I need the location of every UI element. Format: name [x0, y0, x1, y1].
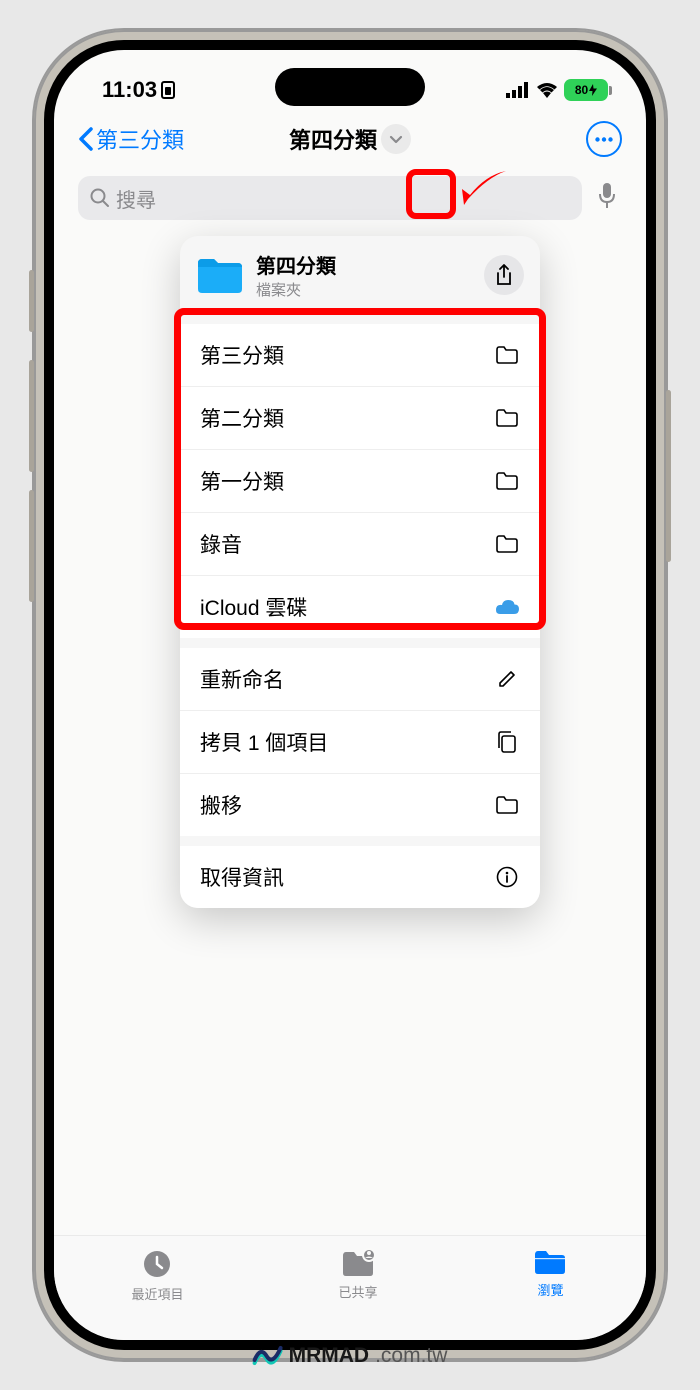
chevron-left-icon — [78, 127, 94, 151]
search-row: 搜尋 — [54, 168, 646, 228]
status-time: 11:03 — [102, 77, 175, 103]
info-icon — [494, 864, 520, 890]
tab-browse[interactable]: 瀏覽 — [532, 1248, 568, 1299]
tab-recent[interactable]: 最近項目 — [131, 1248, 183, 1303]
power-button — [666, 390, 671, 562]
menu-item-icloud[interactable]: iCloud 雲碟 — [180, 575, 540, 638]
back-button[interactable]: 第三分類 — [78, 123, 184, 155]
menu-item-info[interactable]: 取得資訊 — [180, 846, 540, 908]
tab-shared[interactable]: 已共享 — [338, 1248, 377, 1301]
info-group: 取得資訊 — [180, 846, 540, 908]
folder-group: 第三分類 第二分類 第一分類 錄音 iCloud 雲碟 — [180, 324, 540, 638]
search-placeholder: 搜尋 — [116, 184, 156, 213]
nav-title[interactable]: 第四分類 — [289, 123, 411, 155]
menu-label: 搬移 — [200, 790, 242, 820]
notch — [275, 68, 425, 106]
menu-label: 第二分類 — [200, 403, 284, 433]
panel-title: 第四分類 — [256, 250, 472, 279]
folder-outline-icon — [494, 405, 520, 431]
back-label: 第三分類 — [96, 123, 184, 155]
phone-frame: 11:03 80 第三分類 第四分類 — [34, 30, 666, 1360]
pencil-icon — [494, 666, 520, 692]
status-icons: 80 — [506, 79, 608, 101]
annotation-highlight-chevron — [406, 169, 456, 219]
side-button — [29, 270, 34, 332]
annotation-arrow-icon — [460, 165, 512, 207]
menu-label: iCloud 雲碟 — [200, 592, 307, 622]
tab-label: 瀏覽 — [537, 1280, 563, 1299]
folder-outline-icon — [494, 792, 520, 818]
menu-label: 第一分類 — [200, 466, 284, 496]
mic-icon — [598, 183, 616, 209]
nav-title-text: 第四分類 — [289, 123, 377, 155]
search-icon — [90, 188, 110, 208]
phone-screen: 11:03 80 第三分類 第四分類 — [44, 40, 656, 1350]
folder-outline-icon — [494, 468, 520, 494]
panel-header-text: 第四分類 檔案夾 — [256, 250, 472, 300]
time-text: 11:03 — [102, 77, 157, 103]
tab-label: 最近項目 — [131, 1284, 183, 1303]
copy-icon — [494, 729, 520, 755]
menu-item-move[interactable]: 搬移 — [180, 773, 540, 836]
watermark-brand: MRMAD — [289, 1344, 369, 1368]
actions-group: 重新命名 拷貝 1 個項目 搬移 — [180, 648, 540, 836]
sim-icon — [161, 81, 175, 99]
dropdown-panel: 第四分類 檔案夾 第三分類 第二分類 第一分類 — [180, 236, 540, 908]
folder-icon — [196, 255, 244, 295]
menu-label: 第三分類 — [200, 340, 284, 370]
nav-bar: 第三分類 第四分類 — [54, 110, 646, 168]
menu-item-folder[interactable]: 錄音 — [180, 512, 540, 575]
volume-down-button — [29, 490, 34, 602]
cellular-icon — [506, 82, 530, 98]
folder-outline-icon — [494, 342, 520, 368]
volume-up-button — [29, 360, 34, 472]
ellipsis-icon — [595, 137, 613, 142]
menu-item-folder[interactable]: 第二分類 — [180, 386, 540, 449]
menu-item-copy[interactable]: 拷貝 1 個項目 — [180, 710, 540, 773]
share-button[interactable] — [484, 255, 524, 295]
battery-level: 80 — [575, 83, 588, 97]
menu-item-folder[interactable]: 第三分類 — [180, 324, 540, 386]
shared-folder-icon — [339, 1248, 377, 1278]
menu-item-rename[interactable]: 重新命名 — [180, 648, 540, 710]
icloud-icon — [494, 594, 520, 620]
wifi-icon — [536, 82, 558, 98]
panel-subtitle: 檔案夾 — [256, 279, 472, 300]
watermark: MRMAD.com.tw — [253, 1344, 448, 1368]
battery-icon: 80 — [564, 79, 608, 101]
mic-button[interactable] — [592, 183, 622, 214]
menu-label: 錄音 — [200, 529, 242, 559]
menu-label: 取得資訊 — [200, 862, 284, 892]
folder-outline-icon — [494, 531, 520, 557]
folder-icon — [532, 1248, 568, 1276]
menu-label: 重新命名 — [200, 664, 284, 694]
tab-bar: 最近項目 已共享 瀏覽 — [54, 1235, 646, 1340]
clock-icon — [141, 1248, 173, 1280]
watermark-logo-icon — [253, 1345, 283, 1367]
share-icon — [495, 264, 513, 286]
tab-label: 已共享 — [338, 1282, 377, 1301]
menu-item-folder[interactable]: 第一分類 — [180, 449, 540, 512]
watermark-domain: .com.tw — [375, 1344, 447, 1368]
more-button[interactable] — [586, 121, 622, 157]
menu-label: 拷貝 1 個項目 — [200, 727, 328, 757]
chevron-down-icon[interactable] — [381, 124, 411, 154]
panel-header: 第四分類 檔案夾 — [180, 236, 540, 314]
